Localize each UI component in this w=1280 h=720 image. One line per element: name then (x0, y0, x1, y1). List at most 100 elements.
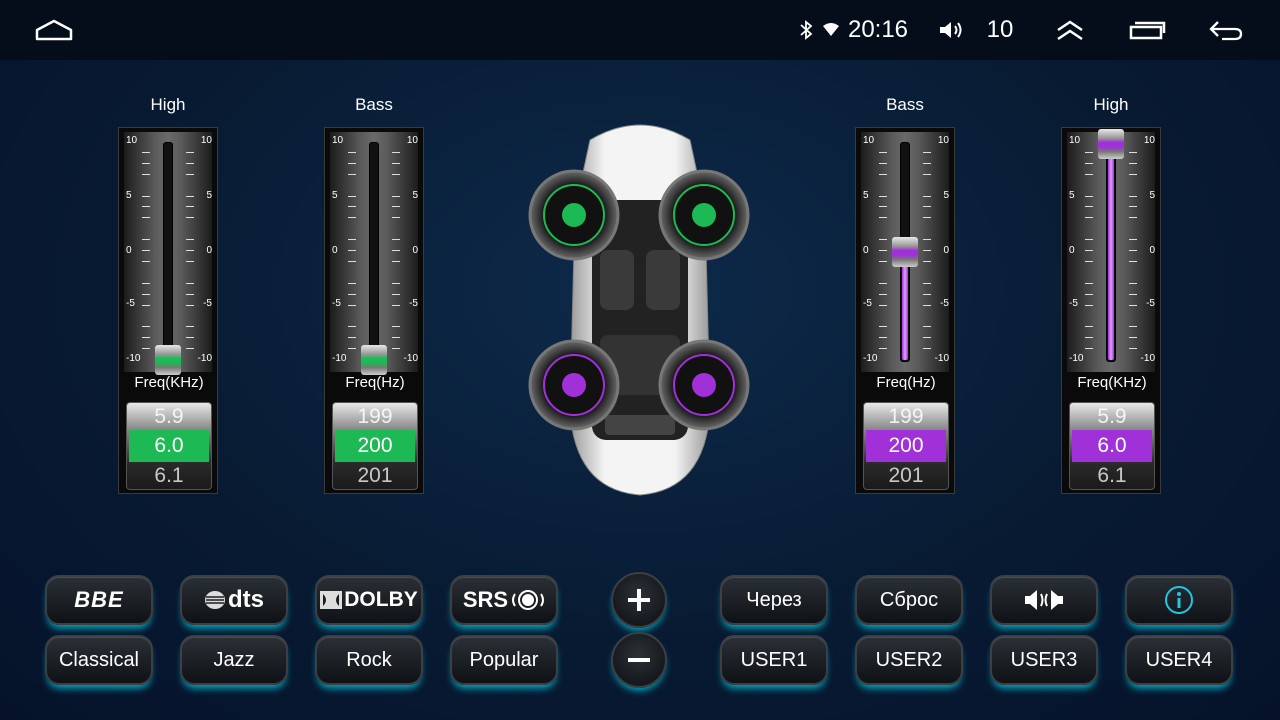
scale-tick-dash (1085, 304, 1093, 306)
scale-tick-dash (879, 173, 887, 175)
dolby-logo-icon (320, 591, 343, 609)
scale-tick-label: 10 (1069, 135, 1081, 146)
scale-tick-dash (1085, 337, 1093, 339)
srs-button[interactable]: SRS (450, 575, 558, 625)
freq-prev-value: 199 (888, 405, 924, 428)
scale-tick-dash (879, 239, 887, 241)
freq-current-value: 6.0 (1072, 430, 1152, 462)
scale-tick-label: 10 (126, 135, 138, 146)
freq-picker[interactable]: 5.9 6.0 6.1 (126, 402, 212, 490)
scale-tick-dash (392, 304, 400, 306)
scale-tick-label: 5 (1149, 190, 1155, 201)
info-button[interactable] (1125, 575, 1233, 625)
scale-tick-dash (142, 337, 150, 339)
scale-tick-dash (392, 348, 400, 350)
panel-title: Bass (355, 95, 393, 114)
scale-tick-dash (879, 326, 887, 328)
freq-label: Freq(KHz) (1077, 374, 1147, 391)
scale-tick-label: -10 (126, 353, 141, 364)
preset-jazz-button[interactable]: Jazz (180, 635, 288, 685)
bbe-button[interactable]: BBE (45, 575, 153, 625)
scale-tick-dash (186, 239, 194, 241)
scale-tick-dash (142, 293, 150, 295)
scale-tick-dash (1129, 260, 1137, 262)
back-icon[interactable] (1204, 0, 1248, 60)
scale-tick-label: -10 (197, 353, 212, 364)
scale-tick-label: -10 (403, 353, 418, 364)
dts-button[interactable]: dts (180, 575, 288, 625)
scale-tick-label: -10 (934, 353, 949, 364)
scale-tick-dash (879, 151, 887, 153)
slider-track[interactable] (369, 142, 379, 362)
scale-tick-dash (142, 162, 150, 164)
speakers-icon (1025, 590, 1063, 610)
freq-picker[interactable]: 199 200 201 (863, 402, 949, 490)
minus-button[interactable] (611, 632, 667, 688)
scale-tick-dash (879, 217, 887, 219)
slider-knob[interactable] (892, 237, 918, 267)
surround-button[interactable] (990, 575, 1098, 625)
volume-icon[interactable] (934, 0, 968, 60)
slider-knob[interactable] (1098, 129, 1124, 159)
scale-tick-label: 0 (1149, 245, 1155, 256)
scale-tick-dash (879, 250, 887, 251)
scale-tick-dash (1085, 151, 1093, 153)
scale-tick-dash (392, 260, 400, 262)
scale-tick-label: -5 (409, 298, 418, 309)
user2-button[interactable]: USER2 (855, 635, 963, 685)
scale-tick-dash (142, 304, 150, 306)
scale-tick-dash (142, 151, 150, 153)
scale-tick-dash (348, 348, 356, 350)
preset-popular-button[interactable]: Popular (450, 635, 558, 685)
scale-tick-dash (923, 162, 931, 164)
recent-apps-icon[interactable] (1125, 0, 1169, 60)
freq-picker[interactable]: 5.9 6.0 6.1 (1069, 402, 1155, 490)
scale-tick-label: 10 (937, 135, 949, 146)
chevron-up-icon[interactable] (1050, 0, 1090, 60)
via-button[interactable]: Через (720, 575, 828, 625)
scale-tick-label: -5 (940, 298, 949, 309)
preset-rock-button[interactable]: Rock (315, 635, 423, 685)
eq-panel-rear-high: 10 10 5 5 0 0 -5 -5 -10 -10 Freq(KHz) 5.9 6.0 6.1 (1061, 127, 1161, 494)
scale-tick-dash (1129, 195, 1137, 197)
scale-tick-dash (392, 337, 400, 339)
plus-button[interactable] (611, 572, 667, 628)
scale-tick-label: 10 (406, 135, 418, 146)
reset-button[interactable]: Сброс (855, 575, 963, 625)
scale-tick-dash (923, 304, 931, 306)
scale-tick-dash (923, 217, 931, 219)
eq-panel-front-bass: 10 10 5 5 0 0 -5 -5 -10 -10 Freq(Hz) 199 200 201 (324, 127, 424, 494)
scale-tick-dash (348, 250, 356, 251)
eq-scale: 10 10 5 5 0 0 -5 -5 -10 -10 (330, 132, 418, 375)
user4-button[interactable]: USER4 (1125, 635, 1233, 685)
slider-knob[interactable] (361, 345, 387, 375)
dts-logo-icon (205, 591, 225, 609)
dolby-button[interactable]: DOLBY (315, 575, 423, 625)
car-speaker-diagram (528, 124, 750, 496)
scale-tick-label: -5 (332, 298, 341, 309)
scale-tick-dash (879, 293, 887, 295)
eq-scale: 10 10 5 5 0 0 -5 -5 -10 -10 (861, 132, 949, 372)
home-icon[interactable] (28, 0, 80, 60)
freq-picker[interactable]: 199 200 201 (332, 402, 418, 490)
scale-tick-dash (923, 195, 931, 197)
user3-button[interactable]: USER3 (990, 635, 1098, 685)
freq-label: Freq(KHz) (134, 374, 204, 391)
slider-fill (1108, 144, 1114, 360)
scale-tick-dash (348, 260, 356, 262)
eq-scale: 10 10 5 5 0 0 -5 -5 -10 -10 (1067, 129, 1155, 372)
preset-classical-button[interactable]: Classical (45, 635, 153, 685)
scale-tick-label: -5 (126, 298, 135, 309)
scale-tick-dash (142, 348, 150, 350)
freq-next-value: 6.1 (154, 464, 184, 487)
info-icon (1165, 586, 1193, 614)
scale-tick-dash (1085, 348, 1093, 350)
scale-tick-dash (186, 304, 194, 306)
scale-tick-dash (142, 260, 150, 262)
slider-knob[interactable] (155, 345, 181, 375)
user1-button[interactable]: USER1 (720, 635, 828, 685)
scale-tick-dash (142, 195, 150, 197)
freq-current-value: 6.0 (129, 430, 209, 462)
slider-track[interactable] (163, 142, 173, 362)
scale-tick-dash (142, 217, 150, 219)
